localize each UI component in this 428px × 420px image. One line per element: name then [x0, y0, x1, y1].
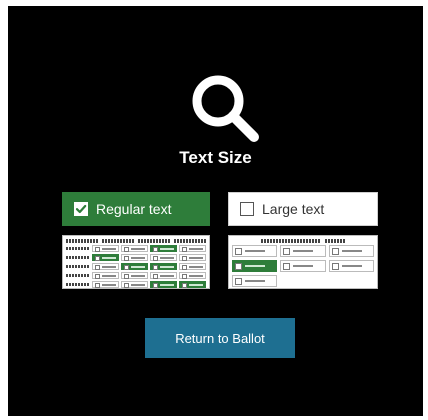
preview-grid	[63, 245, 209, 288]
regular-text-preview	[62, 235, 210, 289]
checkbox-unchecked[interactable]	[240, 202, 254, 216]
large-text-label: Large text	[262, 201, 325, 217]
preview-grid	[229, 245, 377, 287]
return-to-ballot-button[interactable]: Return to Ballot	[145, 318, 295, 358]
search-icon	[192, 75, 259, 142]
page-title: Text Size	[179, 148, 252, 167]
regular-text-label: Regular text	[96, 201, 172, 217]
preview-header	[232, 238, 374, 243]
large-text-preview	[228, 235, 378, 289]
text-size-screen: Text Size Regular text Large text Return…	[8, 6, 423, 416]
checkmark-icon	[75, 204, 87, 214]
checkbox-checked[interactable]	[74, 202, 88, 216]
regular-text-option[interactable]: Regular text	[62, 192, 210, 226]
large-text-option[interactable]: Large text	[228, 192, 378, 226]
preview-header	[66, 238, 206, 243]
